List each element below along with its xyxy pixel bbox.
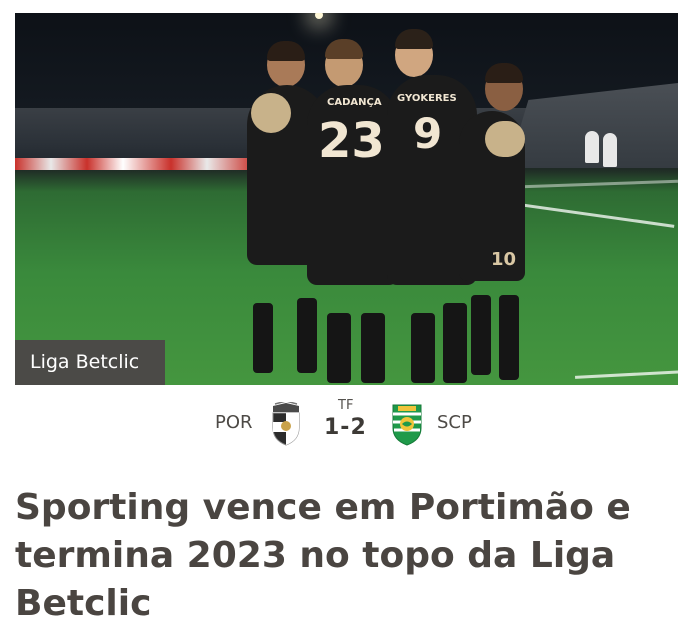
match-status: TF: [338, 398, 354, 413]
jersey-number-9: 9: [413, 109, 443, 158]
player-hair: [325, 39, 363, 59]
jersey-name: GYOKERES: [397, 93, 457, 104]
player-sock: [443, 303, 467, 383]
pitch-line: [505, 201, 675, 228]
match-scoreline[interactable]: POR TF 1-2 SCP: [0, 398, 693, 450]
player-sock: [361, 313, 385, 383]
player-hair: [485, 63, 523, 83]
portimonense-crest-icon: [270, 400, 302, 450]
article-headline[interactable]: Sporting vence em Portimão e termina 202…: [15, 484, 675, 628]
category-tag[interactable]: Liga Betclic: [15, 340, 165, 385]
player-sock: [297, 298, 317, 373]
player-shoulder: [251, 93, 291, 133]
article-hero-image[interactable]: 23 CADANÇA 9 GYOKERES 10: [15, 13, 678, 385]
background-player: [585, 131, 599, 163]
away-team-code: SCP: [437, 412, 472, 433]
player-sock: [471, 295, 491, 375]
player-sock: [327, 313, 351, 383]
jersey-name: CADANÇA: [327, 97, 382, 108]
player-sock: [411, 313, 435, 383]
floodlight: [315, 13, 323, 19]
player-hair: [395, 29, 433, 49]
player-shoulder: [485, 121, 525, 157]
match-score: 1-2: [324, 415, 367, 440]
jersey-number-23: 23: [318, 113, 385, 169]
pitch-line: [574, 370, 678, 379]
player-hair: [267, 41, 305, 61]
background-player: [603, 133, 617, 167]
home-team-code: POR: [215, 412, 253, 433]
sporting-crest-icon: [390, 402, 424, 450]
jersey-number-10: 10: [491, 249, 517, 270]
advertising-boards: [15, 158, 255, 170]
player-sock: [499, 295, 519, 380]
player-sock: [253, 303, 273, 373]
